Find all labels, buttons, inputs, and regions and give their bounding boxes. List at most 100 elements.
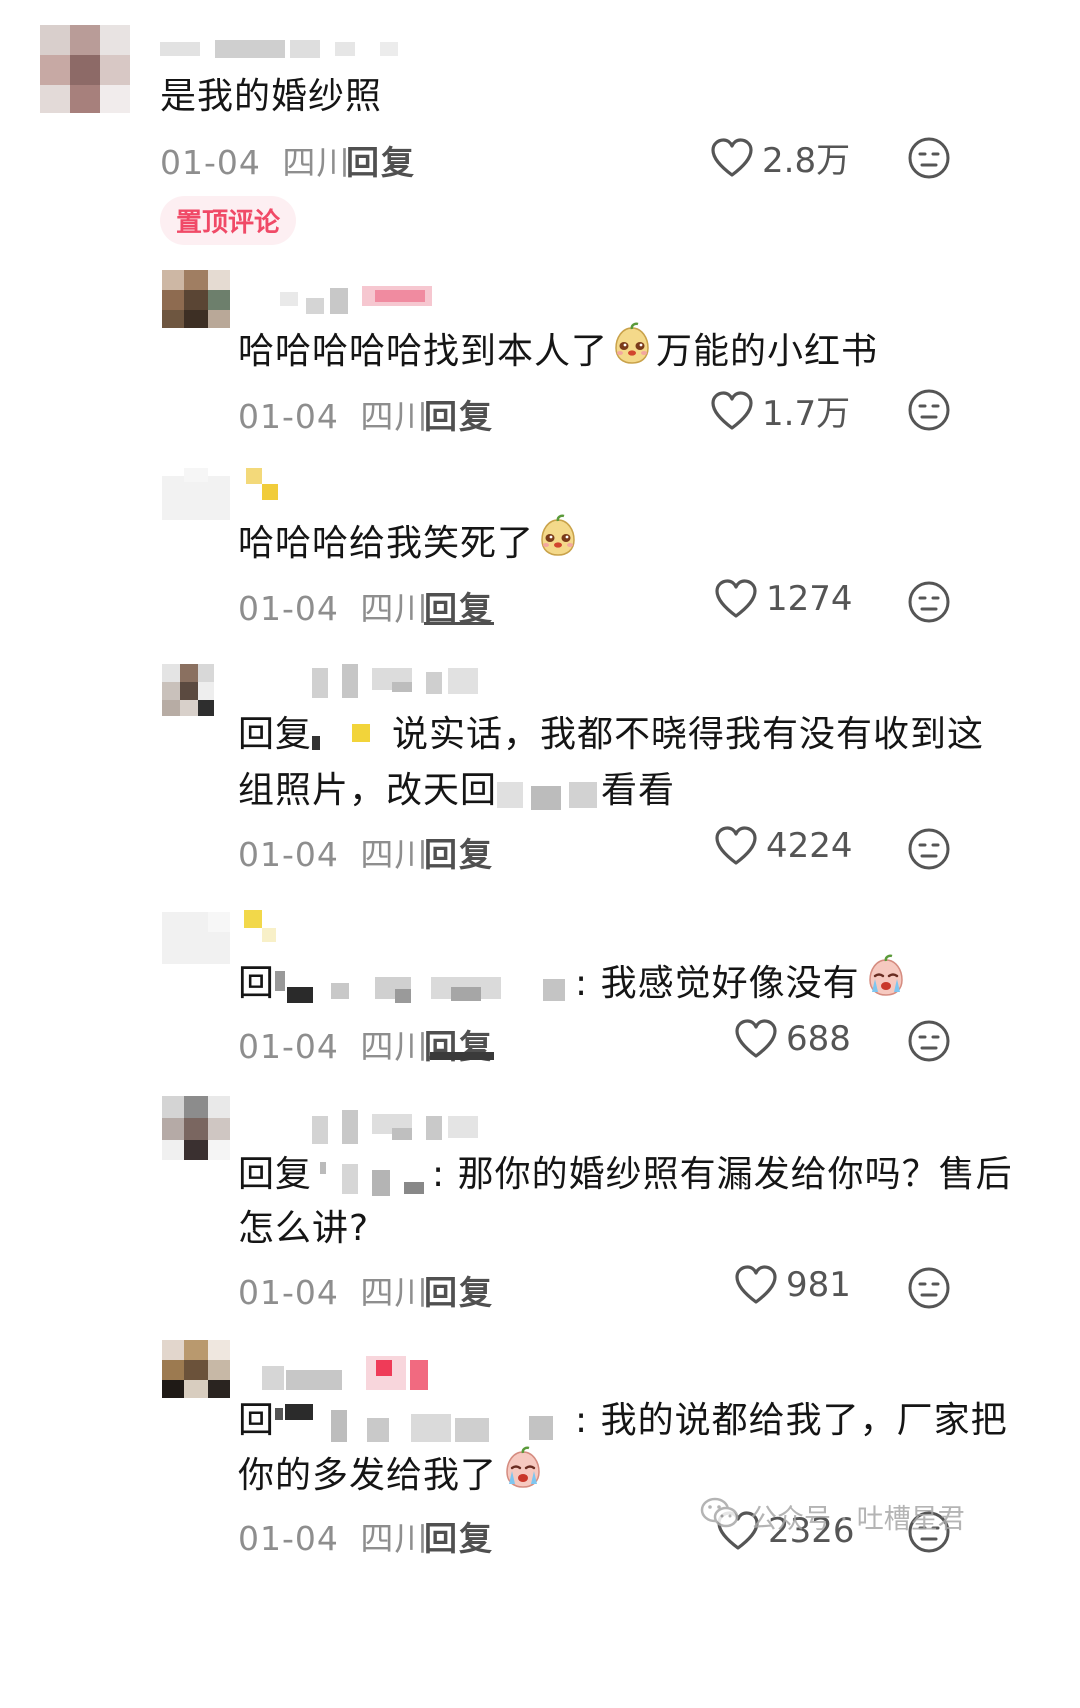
comment-text-part: : 我感觉好像没有 [575, 963, 860, 1004]
comment-date: 01-04 [238, 1519, 339, 1558]
comment-text-line: 怎么讲? [238, 1208, 370, 1249]
username-blurred[interactable] [246, 468, 286, 504]
comment-location: 四川 [360, 1519, 429, 1558]
like-count: 4224 [766, 826, 853, 866]
comment-text-line: 组照片，改天回 看看 [238, 762, 675, 820]
comment-meta: 01-04 四川 [238, 828, 428, 876]
comment-date: 01-04 [238, 397, 339, 436]
comment-text-part: 组照片，改天回 [238, 770, 498, 811]
comment-date: 01-04 [238, 1027, 339, 1066]
heart-icon [710, 137, 754, 179]
like-count: 688 [786, 1019, 851, 1059]
dislike-button[interactable] [907, 388, 951, 432]
neutral-face-icon [907, 1019, 951, 1063]
comment-text: 哈哈哈给我笑死了 [238, 514, 580, 576]
comment-location: 四川 [360, 589, 429, 628]
comment-date: 01-04 [238, 589, 339, 628]
comment-text-part: 万能的小红书 [656, 331, 879, 372]
pinned-badge: 置顶评论 [160, 196, 297, 245]
comment-text-part: : 那你的婚纱照有漏发给你吗？售后 [432, 1154, 1013, 1195]
reply-button[interactable]: 回复 [424, 1020, 494, 1068]
avatar[interactable] [162, 1096, 230, 1160]
reply-button-overlay-blur [430, 1052, 494, 1060]
comment-meta: 01-04 四川 [238, 582, 428, 630]
comment-meta: 01-04 四川 [238, 390, 428, 438]
avatar[interactable] [162, 664, 214, 716]
like-count: 1274 [766, 579, 853, 619]
like-button[interactable]: 981 [734, 1264, 851, 1306]
comment-text-line: 回 : 我的说都给我了，厂家把 [238, 1392, 1008, 1450]
like-count: 981 [786, 1265, 851, 1305]
comment-location: 四川 [360, 397, 429, 436]
text-blurred [497, 772, 601, 812]
crying-pear-emoji [501, 1446, 545, 1508]
reply-button[interactable]: 回复 [424, 582, 494, 630]
reply-button[interactable]: 回复 [424, 828, 494, 876]
comment-location: 四川 [360, 1027, 429, 1066]
like-count: 2.8万 [762, 141, 851, 181]
heart-icon [714, 825, 758, 867]
watermark: 公众号 · 吐槽星君 [700, 1496, 965, 1537]
mention-blurred[interactable] [312, 1156, 432, 1196]
username-blurred[interactable] [160, 38, 400, 60]
reply-prefix: 回复 [238, 714, 313, 755]
neutral-face-icon [907, 388, 951, 432]
comment-text-part: 哈哈哈哈哈找到本人了 [238, 331, 609, 372]
dislike-button[interactable] [907, 1266, 951, 1310]
comment-text-part: : 我的说都给我了，厂家把 [575, 1400, 1008, 1441]
comment-text-part: 你的多发给我了 [238, 1455, 498, 1496]
reply-button[interactable]: 回复 [424, 1512, 494, 1560]
comment-text-part: 看看 [601, 770, 676, 811]
comment-text-part: 哈哈哈给我笑死了 [238, 523, 535, 564]
comment-text-line: 回复 : 那你的婚纱照有漏发给你吗？售后 [238, 1146, 1013, 1204]
reply-button[interactable]: 回复 [424, 1266, 494, 1314]
like-button[interactable]: 1274 [714, 578, 853, 620]
pear-face-emoji [610, 322, 654, 384]
heart-icon [714, 578, 758, 620]
reply-prefix: 回 [238, 963, 276, 1004]
heart-icon [734, 1018, 778, 1060]
like-button[interactable]: 688 [734, 1018, 851, 1060]
neutral-face-icon [907, 580, 951, 624]
like-button[interactable]: 1.7万 [710, 386, 850, 435]
watermark-text: 公众号 · 吐槽星君 [750, 1504, 965, 1535]
crying-pear-emoji [864, 954, 908, 1016]
mention-blurred[interactable] [275, 1402, 575, 1442]
avatar[interactable] [40, 25, 130, 113]
comment-meta: 01-04 四川 [160, 136, 350, 184]
mention-blurred[interactable] [312, 716, 392, 756]
username-blurred[interactable] [312, 664, 482, 700]
comment-text: 哈哈哈哈哈找到本人了 万能的小红书 [238, 322, 878, 384]
username-blurred[interactable] [280, 282, 450, 316]
username-blurred[interactable] [262, 1356, 452, 1392]
avatar[interactable] [162, 1340, 230, 1398]
reply-button[interactable]: 回复 [346, 136, 416, 184]
comment-location: 四川 [360, 1273, 429, 1312]
heart-icon [710, 390, 754, 432]
reply-prefix: 回复 [238, 1154, 313, 1195]
avatar[interactable] [162, 912, 230, 964]
mention-blurred[interactable] [275, 965, 575, 1005]
neutral-face-icon [907, 1266, 951, 1310]
wechat-icon [700, 1496, 740, 1537]
reply-button[interactable]: 回复 [424, 390, 494, 438]
comment-text-part: 说实话，我都不晓得我有没有收到这 [392, 714, 985, 755]
username-blurred[interactable] [244, 910, 284, 946]
comment-text: 是我的婚纱照 [160, 76, 383, 117]
like-button[interactable]: 2.8万 [710, 133, 850, 182]
comment-text-line: 回 : 我感觉好像没有 [238, 954, 908, 1016]
dislike-button[interactable] [907, 827, 951, 871]
dislike-button[interactable] [907, 580, 951, 624]
avatar[interactable] [162, 468, 230, 520]
comment-meta: 01-04 四川 [238, 1020, 428, 1068]
comment-location: 四川 [282, 143, 351, 182]
comment-date: 01-04 [238, 1273, 339, 1312]
dislike-button[interactable] [907, 1019, 951, 1063]
dislike-button[interactable] [907, 136, 951, 180]
comment-location: 四川 [360, 835, 429, 874]
reply-prefix: 回 [238, 1400, 276, 1441]
avatar[interactable] [162, 270, 230, 328]
comment-text-line: 你的多发给我了 [238, 1446, 545, 1508]
username-blurred[interactable] [312, 1110, 482, 1146]
like-button[interactable]: 4224 [714, 825, 853, 867]
